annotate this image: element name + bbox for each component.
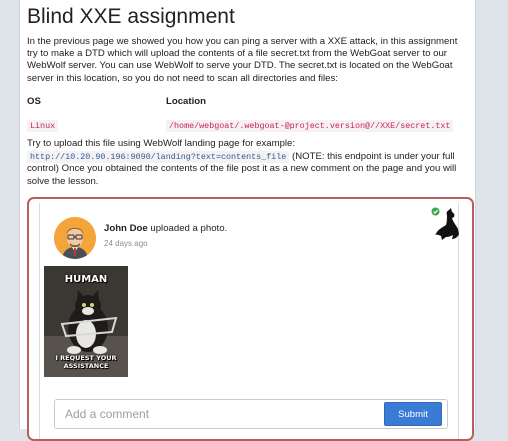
page-title: Blind XXE assignment	[27, 5, 235, 28]
table-cell-location: /home/webgoat/.webgoat-@project.version@…	[166, 115, 454, 133]
upload-url: http://10.20.90.196:9090/landing?text=co…	[27, 150, 290, 163]
table-header-os: OS	[27, 96, 41, 107]
table-header-location: Location	[166, 96, 206, 107]
check-circle-icon	[431, 207, 440, 216]
avatar	[54, 217, 96, 259]
location-code: /home/webgoat/.webgoat-@project.version@…	[166, 120, 454, 132]
avatar-icon	[54, 217, 96, 259]
post-author-line: John Doe uploaded a photo.	[104, 223, 227, 234]
post-timestamp: 24 days ago	[104, 239, 148, 248]
submit-button[interactable]: Submit	[384, 402, 442, 426]
photo-post: John Doe uploaded a photo. 24 days ago H…	[39, 203, 459, 439]
page-panel: Blind XXE assignment In the previous pag…	[19, 0, 476, 441]
post-author[interactable]: John Doe	[104, 223, 148, 234]
post-photo[interactable]: HUMAN I REQUEST YOUR ASSISTANCE	[44, 266, 128, 377]
assignment-card: John Doe uploaded a photo. 24 days ago H…	[27, 197, 474, 441]
post-action: uploaded a photo.	[150, 223, 228, 234]
upload-instructions: Try to upload this file using WebWolf la…	[27, 138, 473, 188]
lesson-intro: In the previous page we showed you how y…	[27, 36, 458, 84]
table-cell-os: Linux	[27, 115, 59, 133]
meme-bottom-text: I REQUEST YOUR ASSISTANCE	[55, 354, 117, 370]
comment-input[interactable]	[55, 400, 373, 428]
comment-form: Submit	[54, 399, 448, 429]
os-code: Linux	[27, 120, 59, 132]
upload-pre-text: Try to upload this file using WebWolf la…	[27, 138, 296, 149]
wolf-icon	[431, 207, 459, 240]
meme-top-text: HUMAN	[64, 274, 108, 285]
